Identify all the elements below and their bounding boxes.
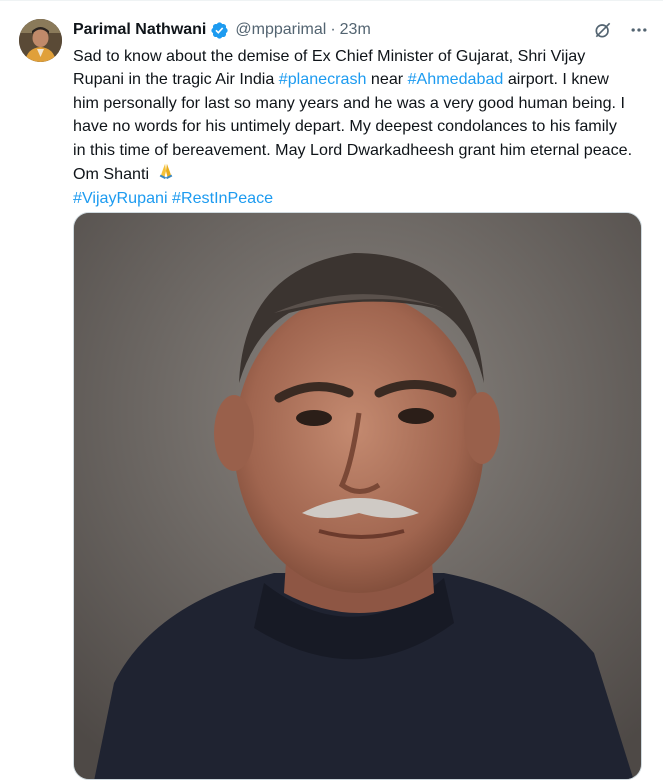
tweet-text-segment: him personally for last so many years an… xyxy=(73,93,625,112)
hashtag-link[interactable]: #RestInPeace xyxy=(172,189,273,207)
verified-badge-icon xyxy=(210,21,229,40)
tweet-text-segment: near xyxy=(366,70,408,89)
avatar-image xyxy=(19,19,62,62)
top-divider xyxy=(0,0,663,1)
tweet-text-segment: have no words for his untimely depart. M… xyxy=(73,117,617,136)
tweet-text-line: #VijayRupani #RestInPeace xyxy=(73,187,658,210)
separator-dot: · xyxy=(330,21,336,38)
tweet-text-segment: in this time of bereavement. May Lord Dw… xyxy=(73,140,633,159)
tweet-text: Sad to know about the demise of Ex Chief… xyxy=(73,45,658,211)
tweet-text-segment: Om Shanti xyxy=(73,165,154,184)
header-actions xyxy=(591,17,651,43)
tweet-text-segment: Rupani in the tragic Air India xyxy=(73,70,279,89)
author-name[interactable]: Parimal Nathwani xyxy=(73,21,206,39)
portrait-photo xyxy=(74,213,641,779)
tweet-photo[interactable] xyxy=(73,212,642,780)
tweet-text-line: Om Shanti xyxy=(73,162,658,187)
timestamp[interactable]: 23m xyxy=(340,21,371,39)
author-handle[interactable]: @mpparimal xyxy=(235,21,326,39)
tweet-text-line: have no words for his untimely depart. M… xyxy=(73,115,658,138)
tweet-text-line: in this time of bereavement. May Lord Dw… xyxy=(73,139,658,162)
tweet-text-line: him personally for last so many years an… xyxy=(73,92,658,115)
grok-icon[interactable] xyxy=(591,18,615,42)
tweet-text-segment: Sad to know about the demise of Ex Chief… xyxy=(73,47,586,65)
folded-hands-emoji xyxy=(157,162,175,187)
hashtag-link[interactable]: #VijayRupani xyxy=(73,189,168,207)
tweet-text-line: Rupani in the tragic Air India #planecra… xyxy=(73,68,658,91)
hashtag-link[interactable]: #Ahmedabad xyxy=(408,70,504,88)
hashtag-link[interactable]: #planecrash xyxy=(279,70,367,88)
avatar[interactable] xyxy=(19,19,62,62)
tweet-header: Parimal Nathwani @mpparimal · 23m xyxy=(73,17,651,43)
more-icon[interactable] xyxy=(627,18,651,42)
tweet-text-segment: airport. I knew xyxy=(503,70,609,89)
tweet-text-line: Sad to know about the demise of Ex Chief… xyxy=(73,45,658,68)
